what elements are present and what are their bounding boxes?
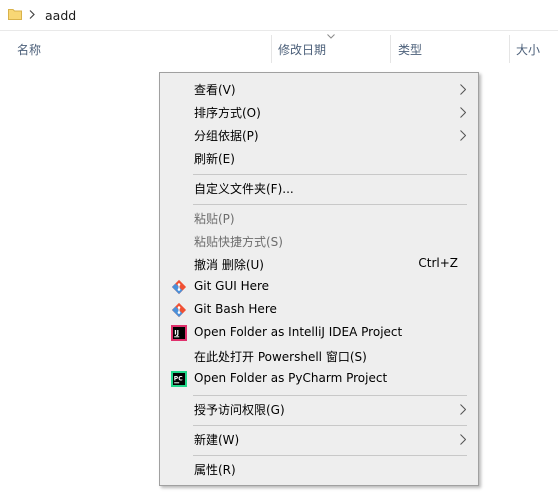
menu-separator (193, 174, 467, 175)
menu-item-git-bash[interactable]: Git Bash Here (160, 299, 478, 322)
submenu-arrow-icon (460, 130, 466, 141)
menu-item-label: 新建(W) (194, 433, 240, 447)
address-bar[interactable]: aadd (0, 0, 558, 31)
menu-separator (193, 455, 467, 456)
sort-chevron-icon (327, 34, 335, 39)
pycharm-icon: PC (171, 371, 187, 387)
menu-separator (193, 425, 467, 426)
git-icon (171, 302, 187, 318)
submenu-arrow-icon (460, 434, 466, 445)
menu-item-label: 自定义文件夹(F)... (194, 182, 294, 196)
menu-item-paste-shortcut[interactable]: 粘贴快捷方式(S) (160, 230, 478, 253)
menu-item-new[interactable]: 新建(W) (160, 428, 478, 451)
menu-item-properties[interactable]: 属性(R) (160, 458, 478, 481)
column-header-size[interactable]: 大小 (516, 41, 540, 58)
menu-item-group[interactable]: 分组依据(P) (160, 124, 478, 147)
menu-item-label: 撤消 删除(U) (194, 258, 264, 272)
context-menu: 查看(V) 排序方式(O) 分组依据(P) 刷新(E) 自定义文件夹(F)...… (159, 72, 479, 486)
menu-item-label: 属性(R) (194, 463, 236, 477)
submenu-arrow-icon (460, 404, 466, 415)
svg-text:IJ: IJ (174, 329, 179, 337)
menu-item-label: 排序方式(O) (194, 106, 261, 120)
menu-item-paste[interactable]: 粘贴(P) (160, 207, 478, 230)
column-divider[interactable] (390, 35, 391, 63)
submenu-arrow-icon (460, 107, 466, 118)
menu-item-label: 查看(V) (194, 83, 236, 97)
column-divider[interactable] (509, 35, 510, 63)
submenu-arrow-icon (460, 84, 466, 95)
menu-item-label: Open Folder as PyCharm Project (194, 371, 388, 385)
menu-item-customize-folder[interactable]: 自定义文件夹(F)... (160, 177, 478, 200)
menu-separator (193, 204, 467, 205)
menu-separator (193, 395, 467, 396)
column-divider[interactable] (271, 35, 272, 63)
menu-item-grant-access[interactable]: 授予访问权限(G) (160, 398, 478, 421)
shortcut-text: Ctrl+Z (418, 256, 458, 270)
menu-item-label: 刷新(E) (194, 152, 235, 166)
menu-item-undo-delete[interactable]: 撤消 删除(U) Ctrl+Z (160, 253, 478, 276)
column-header-type[interactable]: 类型 (398, 41, 422, 58)
menu-item-open-intellij[interactable]: IJ Open Folder as IntelliJ IDEA Project (160, 322, 478, 345)
menu-item-label: Git GUI Here (194, 279, 270, 293)
menu-item-open-pycharm[interactable]: PC Open Folder as PyCharm Project (160, 368, 478, 391)
menu-item-refresh[interactable]: 刷新(E) (160, 147, 478, 170)
menu-item-label: 粘贴(P) (194, 212, 235, 226)
menu-item-open-powershell[interactable]: 在此处打开 Powershell 窗口(S) (160, 345, 478, 368)
menu-item-sort[interactable]: 排序方式(O) (160, 101, 478, 124)
folder-icon (8, 9, 22, 20)
git-icon (171, 279, 187, 295)
menu-item-label: 分组依据(P) (194, 129, 259, 143)
menu-item-label: Git Bash Here (194, 302, 277, 316)
menu-item-git-gui[interactable]: Git GUI Here (160, 276, 478, 299)
column-header-name[interactable]: 名称 (17, 41, 41, 58)
menu-item-label: Open Folder as IntelliJ IDEA Project (194, 325, 403, 339)
chevron-right-icon[interactable] (29, 10, 35, 19)
menu-item-label: 粘贴快捷方式(S) (194, 235, 283, 249)
intellij-icon: IJ (171, 325, 187, 341)
svg-text:PC: PC (174, 376, 183, 383)
path-segment[interactable]: aadd (45, 8, 76, 23)
menu-item-label: 授予访问权限(G) (194, 403, 285, 417)
menu-item-view[interactable]: 查看(V) (160, 78, 478, 101)
column-header-date[interactable]: 修改日期 (278, 41, 326, 58)
menu-item-label: 在此处打开 Powershell 窗口(S) (194, 350, 367, 364)
